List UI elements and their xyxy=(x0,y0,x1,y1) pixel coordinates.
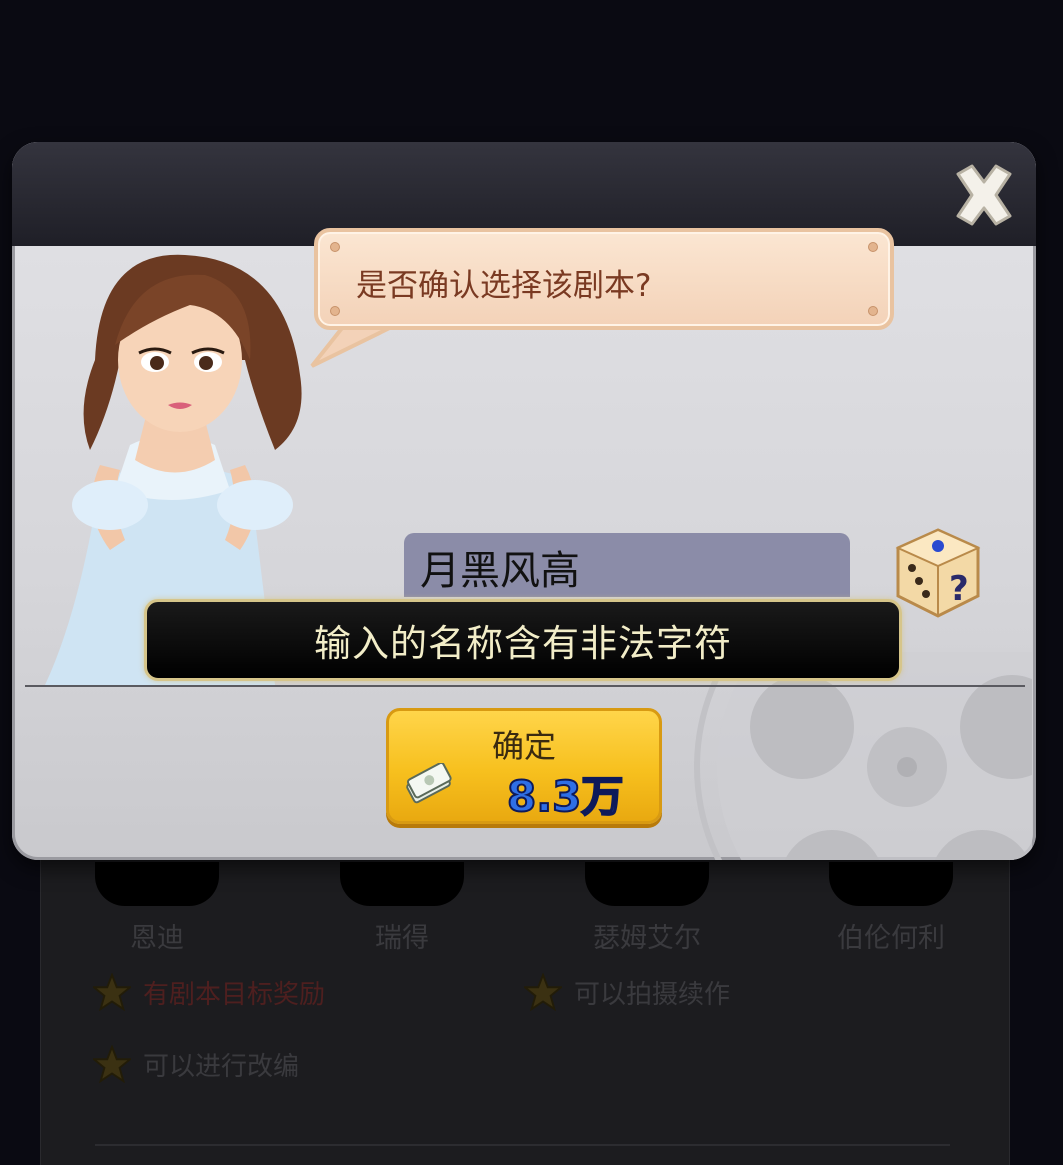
divider xyxy=(95,1144,950,1146)
confirm-button[interactable]: 确定 8.3万 xyxy=(386,708,662,824)
speech-text: 是否确认选择该剧本? xyxy=(356,268,652,304)
perk-label: 有剧本目标奖励 xyxy=(143,979,326,1010)
divider xyxy=(25,685,1025,687)
actor-name: 瑟姆艾尔 xyxy=(593,923,701,954)
close-icon[interactable] xyxy=(946,160,1022,230)
film-reel-icon xyxy=(694,652,1032,860)
bubble-rivet xyxy=(868,242,878,252)
actor-portrait xyxy=(340,862,464,906)
actor-name: 恩迪 xyxy=(130,923,184,954)
bubble-rivet xyxy=(330,242,340,252)
confirm-label: 确定 xyxy=(491,727,556,765)
actor-portrait xyxy=(829,862,953,906)
actor-slot[interactable]: 瑟姆艾尔 xyxy=(562,862,732,955)
svg-text:?: ? xyxy=(949,569,969,609)
actor-name: 瑞得 xyxy=(375,923,429,954)
cost-value: 8.3万 xyxy=(506,771,624,822)
bubble-rivet xyxy=(330,306,340,316)
actor-slot[interactable]: 伯伦何利 xyxy=(806,862,976,955)
star-icon xyxy=(524,973,562,1011)
actor-portrait xyxy=(585,862,709,906)
error-toast: 输入的名称含有非法字符 xyxy=(144,599,902,681)
script-name-input[interactable]: 月黑风高 xyxy=(404,533,850,597)
actor-slot[interactable]: 恩迪 xyxy=(72,862,242,955)
perk-adaptation: 可以进行改编 xyxy=(93,1045,299,1083)
speech-bubble: 是否确认选择该剧本? xyxy=(314,228,894,330)
actor-portrait xyxy=(95,862,219,906)
perk-label: 可以进行改编 xyxy=(143,1051,300,1082)
actor-slot[interactable]: 瑞得 xyxy=(317,862,487,955)
perk-sequel: 可以拍摄续作 xyxy=(524,973,730,1011)
star-icon xyxy=(93,973,131,1011)
actor-name: 伯伦何利 xyxy=(837,923,945,954)
perk-label: 可以拍摄续作 xyxy=(574,979,731,1010)
toast-message: 输入的名称含有非法字符 xyxy=(314,622,732,665)
star-icon xyxy=(93,1045,131,1083)
bubble-rivet xyxy=(868,306,878,316)
dice-icon[interactable]: ? xyxy=(894,526,982,620)
money-icon xyxy=(406,763,452,804)
perk-script-goal-reward: 有剧本目标奖励 xyxy=(93,973,325,1011)
